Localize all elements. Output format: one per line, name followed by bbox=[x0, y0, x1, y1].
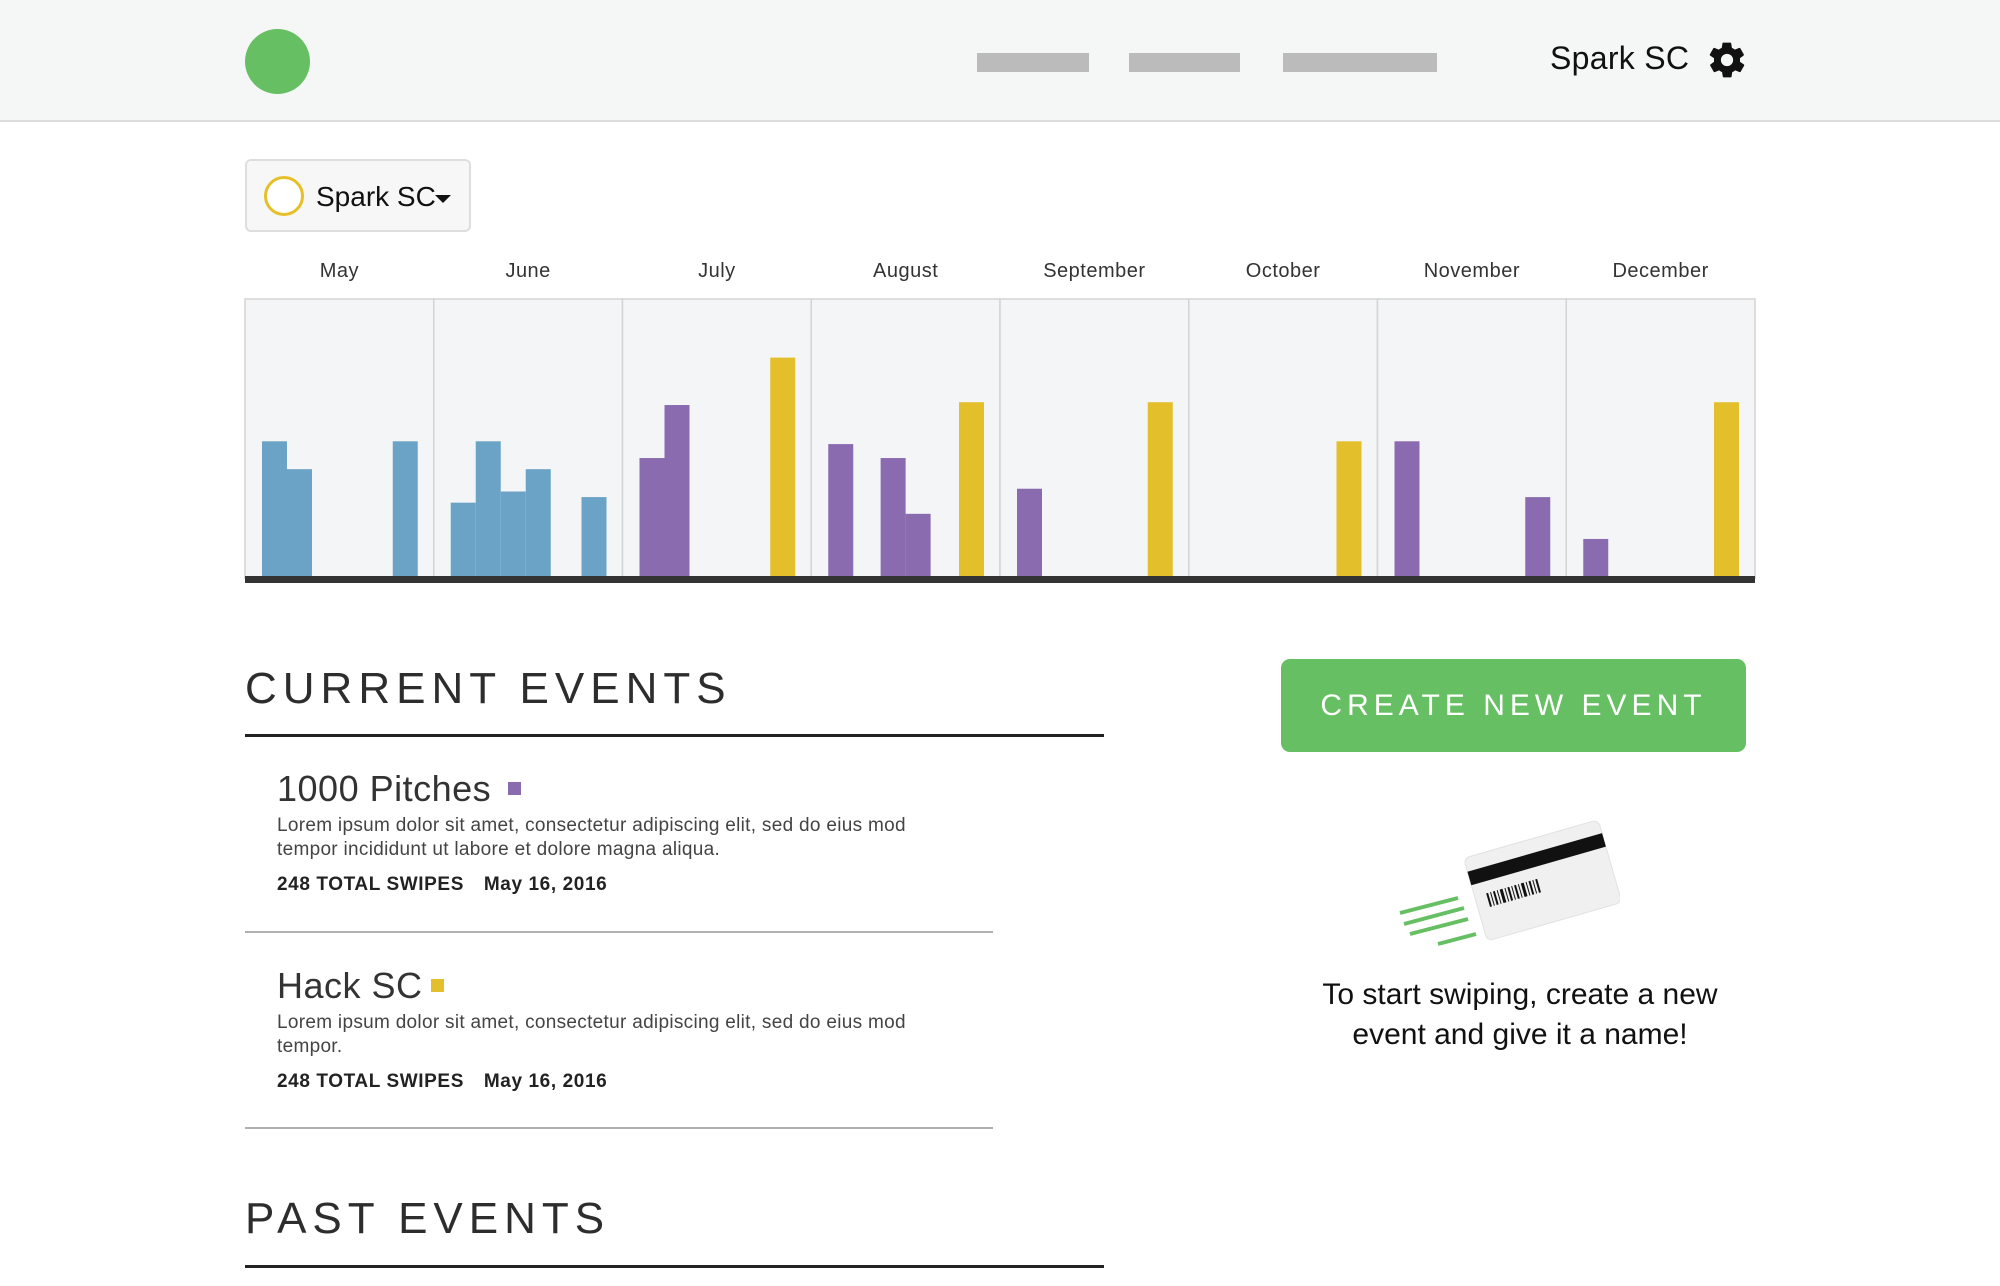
empty-state-message: To start swiping, create a new event and… bbox=[1322, 978, 1718, 1051]
chart-bar bbox=[880, 458, 906, 578]
motion-lines bbox=[1399, 896, 1477, 946]
chart-bar bbox=[1394, 441, 1420, 578]
event-date: May 16, 2016 bbox=[483, 1071, 608, 1092]
current-events-divider bbox=[245, 734, 1104, 737]
chart-month-label: July bbox=[698, 260, 736, 282]
event-meta: 248 TOTAL SWIPES May 16, 2016 bbox=[277, 874, 621, 896]
chart-bar bbox=[959, 402, 984, 578]
chart-bar bbox=[905, 513, 931, 578]
chart-month-label: December bbox=[1612, 260, 1708, 282]
credit-card bbox=[1464, 820, 1620, 941]
chart-bar bbox=[262, 441, 287, 578]
chart-bar bbox=[287, 469, 312, 578]
chart-bar bbox=[525, 469, 551, 578]
chart-bar bbox=[1017, 488, 1042, 578]
swipes-bar-chart: May June July August September October Novembe… bbox=[244, 260, 1756, 583]
create-new-event-button[interactable]: CREATE NEW EVENT bbox=[1281, 659, 1746, 752]
chart-bar bbox=[392, 441, 418, 578]
past-events-title: PAST EVENTS bbox=[245, 1194, 611, 1243]
event-swipes: 248 TOTAL SWIPES bbox=[277, 1071, 464, 1092]
chart-bar bbox=[1714, 402, 1739, 578]
chart-bar bbox=[450, 502, 476, 578]
event-description: Lorem ipsum dolor sit amet, consectetur … bbox=[277, 1012, 906, 1057]
chart-bar bbox=[664, 405, 690, 578]
chart-month-label: October bbox=[1246, 260, 1321, 282]
chart-bar bbox=[828, 444, 854, 578]
chart-bar bbox=[770, 357, 796, 578]
event-date: May 16, 2016 bbox=[483, 874, 608, 895]
chart-bar bbox=[475, 441, 501, 578]
chart-bar bbox=[1147, 402, 1173, 578]
event-meta: 248 TOTAL SWIPES May 16, 2016 bbox=[277, 1071, 621, 1093]
event-card-1000-pitches[interactable]: 1000 Pitches Lorem ipsum dolor sit amet,… bbox=[245, 760, 993, 933]
current-events-title: CURRENT EVENTS bbox=[245, 664, 732, 713]
chart-bar bbox=[1583, 538, 1609, 578]
chart-bar bbox=[581, 497, 607, 578]
event-swipes: 248 TOTAL SWIPES bbox=[277, 874, 464, 895]
swipe-card-icon bbox=[1399, 820, 1620, 946]
chart-bar bbox=[1336, 441, 1362, 578]
event-description: Lorem ipsum dolor sit amet, consectetur … bbox=[277, 815, 906, 860]
chart-bar bbox=[1525, 497, 1551, 578]
event-color-swatch bbox=[508, 782, 521, 795]
chart-month-label: September bbox=[1043, 260, 1145, 282]
event-card-hack-sc[interactable]: Hack SC Lorem ipsum dolor sit amet, cons… bbox=[245, 957, 993, 1129]
chart-month-label: November bbox=[1424, 260, 1520, 282]
chart-month-label: May bbox=[320, 260, 359, 282]
event-color-swatch bbox=[431, 979, 444, 992]
chart-month-label: August bbox=[873, 260, 938, 282]
event-name[interactable]: Hack SC bbox=[277, 965, 423, 1007]
event-name[interactable]: 1000 Pitches bbox=[277, 768, 491, 810]
chart-baseline bbox=[245, 576, 1755, 583]
chart-month-label: June bbox=[505, 260, 550, 282]
chart-bar bbox=[500, 491, 526, 578]
chart-bar bbox=[639, 458, 665, 578]
past-events-divider bbox=[245, 1265, 1104, 1268]
